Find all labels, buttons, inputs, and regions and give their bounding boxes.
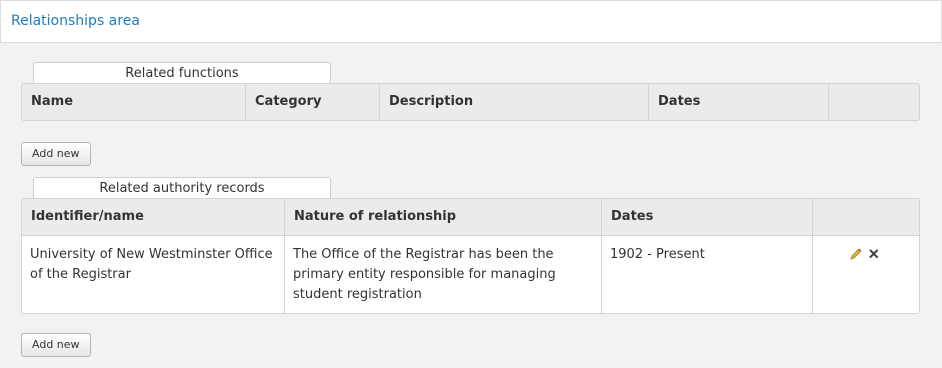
table-header-row: Identifier/name Nature of relationship D… — [22, 199, 919, 236]
dates-cell: 1902 - Present — [602, 236, 813, 313]
column-header-actions — [829, 84, 917, 120]
table-row: University of New Westminster Office of … — [22, 236, 919, 313]
column-header-name: Name — [22, 84, 246, 120]
column-header-description: Description — [380, 84, 649, 120]
add-related-authority-record-button[interactable]: Add new — [21, 333, 91, 357]
section-header: Relationships area — [0, 0, 942, 43]
column-header-dates: Dates — [649, 84, 829, 120]
related-functions-table: Name Category Description Dates — [21, 83, 920, 121]
close-icon[interactable] — [867, 247, 881, 261]
actions-cell — [813, 236, 917, 313]
column-header-nature: Nature of relationship — [285, 199, 602, 235]
related-functions-caption: Related functions — [33, 62, 331, 84]
add-related-function-button[interactable]: Add new — [21, 142, 91, 166]
column-header-category: Category — [246, 84, 380, 120]
nature-cell: The Office of the Registrar has been the… — [285, 236, 602, 313]
column-header-actions — [813, 199, 917, 235]
identifier-cell: University of New Westminster Office of … — [22, 236, 285, 313]
pencil-icon[interactable] — [849, 247, 863, 261]
section-title[interactable]: Relationships area — [11, 13, 140, 29]
related-authority-records-table: Identifier/name Nature of relationship D… — [21, 198, 920, 314]
table-header-row: Name Category Description Dates — [22, 84, 919, 120]
column-header-dates: Dates — [602, 199, 813, 235]
related-authority-records-caption: Related authority records — [33, 177, 331, 199]
column-header-identifier: Identifier/name — [22, 199, 285, 235]
